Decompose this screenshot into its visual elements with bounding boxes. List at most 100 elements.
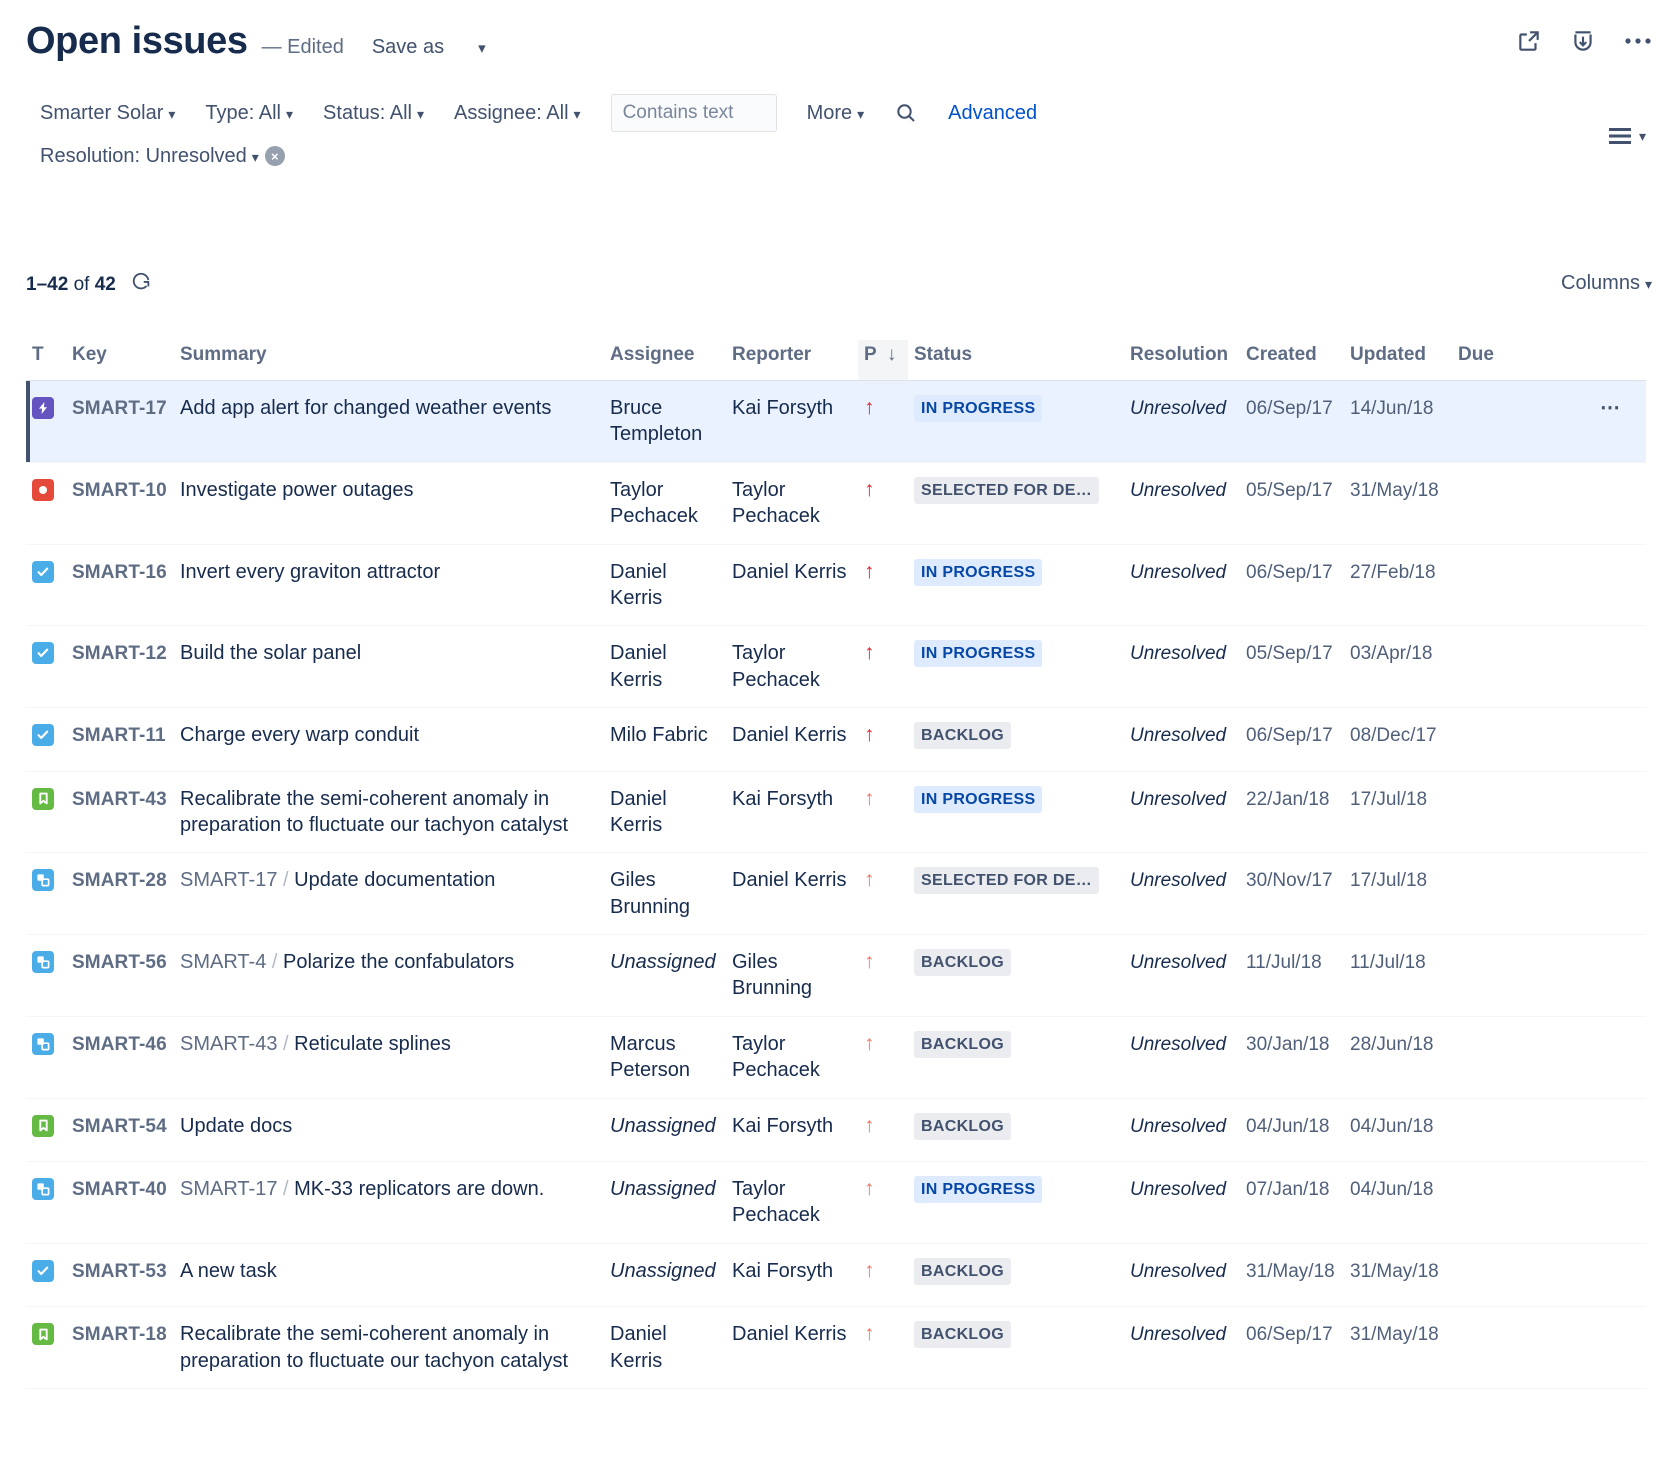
issue-key-link[interactable]: SMART-40 [72,1179,167,1200]
issue-resolution-cell: Unresolved [1124,1098,1240,1161]
issue-summary-cell[interactable]: SMART-17 / Update documentation [174,853,604,935]
assignee-filter[interactable]: Assignee: All▾ [454,103,581,123]
type-filter[interactable]: Type: All▾ [205,103,293,123]
more-filters-button[interactable]: More▾ [807,103,865,123]
issue-summary-cell[interactable]: Recalibrate the semi-coherent anomaly in… [174,771,604,853]
issue-summary-cell[interactable]: Add app alert for changed weather events [174,381,604,463]
column-header-resolution[interactable]: Resolution [1124,340,1240,381]
issue-key-link[interactable]: SMART-28 [72,870,167,891]
created-date: 30/Nov/17 [1246,870,1333,891]
save-as-button[interactable]: Save as [372,36,444,59]
issue-summary-cell[interactable]: Invert every graviton attractor [174,544,604,626]
issue-summary-cell[interactable]: Recalibrate the semi-coherent anomaly in… [174,1307,604,1389]
issue-key-link[interactable]: SMART-10 [72,480,167,501]
issue-summary-cell[interactable]: SMART-4 / Polarize the confabulators [174,935,604,1017]
parent-issue-link[interactable]: SMART-17 [180,869,277,891]
status-badge[interactable]: SELECTED FOR DE… [914,477,1099,504]
issue-summary-cell[interactable]: SMART-43 / Reticulate splines [174,1016,604,1098]
issue-key-link[interactable]: SMART-17 [72,398,167,419]
table-row[interactable]: SMART-10Investigate power outagesTaylor … [26,462,1646,544]
more-filters-label: More [807,102,853,124]
status-badge[interactable]: BACKLOG [914,1258,1011,1285]
issue-key-link[interactable]: SMART-11 [72,725,166,746]
column-header-priority[interactable]: P ↓ [858,340,908,381]
status-badge[interactable]: IN PROGRESS [914,1176,1042,1203]
issue-type-cell [26,853,66,935]
status-badge[interactable]: BACKLOG [914,1113,1011,1140]
reporter-value: Daniel Kerris [732,1323,846,1345]
column-header-due[interactable]: Due [1452,340,1646,381]
issue-summary-cell[interactable]: A new task [174,1243,604,1306]
columns-button[interactable]: Columns▾ [1561,272,1652,295]
parent-issue-link[interactable]: SMART-17 [180,1178,277,1200]
issue-type-cell [26,462,66,544]
issue-summary-cell[interactable]: Build the solar panel [174,626,604,708]
share-icon[interactable] [1516,28,1542,54]
updated-date: 28/Jun/18 [1350,1034,1433,1055]
project-filter[interactable]: Smarter Solar▾ [40,103,175,123]
column-header-assignee[interactable]: Assignee [604,340,726,381]
column-header-reporter[interactable]: Reporter [726,340,858,381]
view-mode-toggle[interactable]: ▾ [1608,126,1646,146]
parent-issue-link[interactable]: SMART-43 [180,1033,277,1055]
status-badge[interactable]: BACKLOG [914,1321,1011,1348]
table-row[interactable]: SMART-18 Recalibrate the semi-coherent an… [26,1307,1646,1389]
issue-summary-cell[interactable]: Charge every warp conduit [174,708,604,771]
status-filter[interactable]: Status: All▾ [323,103,424,123]
issue-status-cell: BACKLOG [908,1016,1124,1098]
column-header-summary[interactable]: Summary [174,340,604,381]
table-row[interactable]: SMART-11Charge every warp conduitMilo Fa… [26,708,1646,771]
parent-issue-link[interactable]: SMART-4 [180,951,266,973]
table-row[interactable]: SMART-43 Recalibrate the semi-coherent an… [26,771,1646,853]
table-row[interactable]: SMART-46SMART-43 / Reticulate splinesMar… [26,1016,1646,1098]
advanced-search-link[interactable]: Advanced [948,102,1037,125]
table-row[interactable]: SMART-28SMART-17 / Update documentationG… [26,853,1646,935]
status-badge[interactable]: SELECTED FOR DE… [914,867,1099,894]
status-badge[interactable]: BACKLOG [914,949,1011,976]
status-badge[interactable]: BACKLOG [914,1031,1011,1058]
table-row[interactable]: SMART-56 SMART-4 / Polarize the confabula… [26,935,1646,1017]
save-as-chevron-down-icon[interactable]: ▾ [478,39,486,57]
status-badge[interactable]: IN PROGRESS [914,395,1042,422]
issue-key-link[interactable]: SMART-46 [72,1034,167,1055]
search-icon[interactable] [894,101,918,125]
column-header-status[interactable]: Status [908,340,1124,381]
column-header-created[interactable]: Created [1240,340,1344,381]
refresh-icon[interactable] [130,270,152,292]
issue-key-link[interactable]: SMART-16 [72,562,167,583]
status-badge[interactable]: IN PROGRESS [914,559,1042,586]
column-header-key[interactable]: Key [66,340,174,381]
status-badge[interactable]: IN PROGRESS [914,786,1042,813]
resolution-filter[interactable]: Resolution: Unresolved▾ [40,146,259,166]
status-badge[interactable]: IN PROGRESS [914,640,1042,667]
issue-key-link[interactable]: SMART-12 [72,643,167,664]
issue-key-link[interactable]: SMART-56 [72,952,167,973]
issue-key-link[interactable]: SMART-43 [72,789,167,810]
row-actions-icon[interactable]: ⋯ [1600,395,1640,421]
issue-updated-cell: 08/Dec/17 [1344,708,1452,771]
issue-key-link[interactable]: SMART-53 [72,1261,167,1282]
chevron-down-icon: ▾ [857,106,864,122]
table-row[interactable]: SMART-53A new taskUnassignedKai Forsyth↑… [26,1243,1646,1306]
issue-resolution-cell: Unresolved [1124,935,1240,1017]
issue-summary-cell[interactable]: Investigate power outages [174,462,604,544]
issue-key-link[interactable]: SMART-54 [72,1116,167,1137]
table-row[interactable]: SMART-16Invert every graviton attractorD… [26,544,1646,626]
export-download-icon[interactable] [1570,28,1596,54]
table-row[interactable]: SMART-54Update docsUnassignedKai Forsyth… [26,1098,1646,1161]
column-header-type[interactable]: T [26,340,66,381]
more-actions-icon[interactable] [1624,37,1652,45]
issue-created-cell: 06/Sep/17 [1240,381,1344,463]
issue-summary-cell[interactable]: SMART-17 / MK-33 replicators are down. [174,1162,604,1244]
table-row[interactable]: SMART-12 Build the solar panelDaniel Kerr… [26,626,1646,708]
contains-text-input[interactable] [611,94,777,132]
column-header-updated[interactable]: Updated [1344,340,1452,381]
issue-key-link[interactable]: SMART-18 [72,1324,167,1345]
clear-filter-icon[interactable]: × [265,146,285,166]
issue-assignee-cell: Daniel Kerris [604,626,726,708]
issue-summary-cell[interactable]: Update docs [174,1098,604,1161]
issue-status-cell: BACKLOG [908,1307,1124,1389]
table-row[interactable]: SMART-40 SMART-17 / MK-33 replicators are… [26,1162,1646,1244]
status-badge[interactable]: BACKLOG [914,722,1011,749]
table-row[interactable]: SMART-17 Add app alert for changed weathe… [26,381,1646,463]
